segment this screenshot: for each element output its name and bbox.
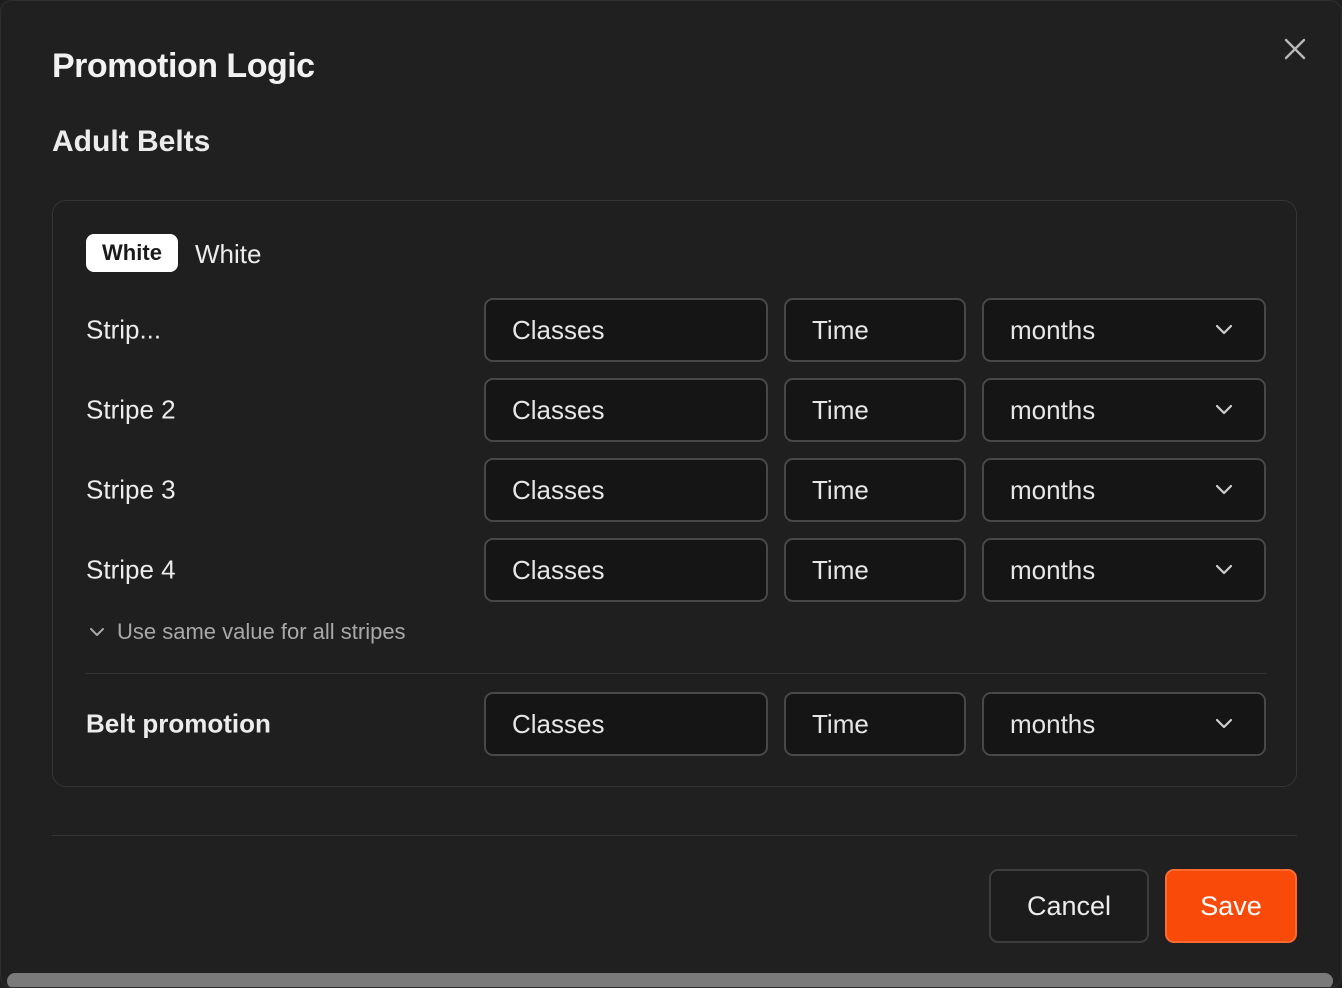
dialog-title: Promotion Logic (52, 47, 315, 85)
unit-select-value: months (1010, 394, 1096, 425)
divider (86, 673, 1266, 674)
time-input[interactable]: Time (784, 458, 966, 522)
footer-divider (52, 835, 1297, 836)
belt-promotion-label: Belt promotion (86, 708, 271, 739)
save-button[interactable]: Save (1165, 869, 1297, 943)
unit-select-value: months (1010, 708, 1096, 739)
unit-select[interactable]: months (982, 538, 1266, 602)
unit-select[interactable]: months (982, 298, 1266, 362)
unit-select-value: months (1010, 314, 1096, 345)
horizontal-scrollbar[interactable] (7, 973, 1333, 987)
close-button[interactable] (1279, 33, 1311, 65)
chevron-down-icon (90, 628, 104, 636)
belt-color-badge: White (86, 234, 178, 272)
time-input[interactable]: Time (784, 298, 966, 362)
chevron-down-icon (1215, 718, 1233, 729)
classes-input[interactable]: Classes (484, 458, 768, 522)
close-icon (1284, 38, 1306, 60)
same-value-toggle[interactable]: Use same value for all stripes (89, 619, 406, 645)
stripe-row: Strip... Classes Time months (53, 298, 1296, 362)
unit-select[interactable]: months (982, 458, 1266, 522)
belt-card: White White Strip... Classes Time months… (52, 200, 1297, 787)
belt-name: White (195, 239, 262, 269)
chevron-down-icon (1215, 404, 1233, 415)
stripe-label: Strip... (86, 314, 162, 345)
stripe-label: Stripe 4 (86, 554, 176, 585)
time-input[interactable]: Time (784, 538, 966, 602)
section-title: Adult Belts (52, 125, 211, 158)
classes-input[interactable]: Classes (484, 692, 768, 756)
classes-input[interactable]: Classes (484, 538, 768, 602)
stripe-row: Stripe 4 Classes Time months (53, 538, 1296, 602)
unit-select[interactable]: months (982, 378, 1266, 442)
unit-select-value: months (1010, 554, 1096, 585)
same-value-toggle-label: Use same value for all stripes (117, 619, 406, 644)
unit-select[interactable]: months (982, 692, 1266, 756)
belt-promotion-row: Belt promotion Classes Time months (53, 692, 1296, 756)
unit-select-value: months (1010, 474, 1096, 505)
cancel-button[interactable]: Cancel (989, 869, 1149, 943)
stripe-label: Stripe 2 (86, 394, 176, 425)
chevron-down-icon (1215, 564, 1233, 575)
stripe-row: Stripe 3 Classes Time months (53, 458, 1296, 522)
chevron-down-icon (1215, 324, 1233, 335)
time-input[interactable]: Time (784, 378, 966, 442)
time-input[interactable]: Time (784, 692, 966, 756)
promotion-logic-dialog: Promotion Logic Adult Belts White White … (0, 0, 1342, 988)
classes-input[interactable]: Classes (484, 298, 768, 362)
classes-input[interactable]: Classes (484, 378, 768, 442)
stripe-row: Stripe 2 Classes Time months (53, 378, 1296, 442)
stripe-label: Stripe 3 (86, 474, 176, 505)
chevron-down-icon (1215, 484, 1233, 495)
